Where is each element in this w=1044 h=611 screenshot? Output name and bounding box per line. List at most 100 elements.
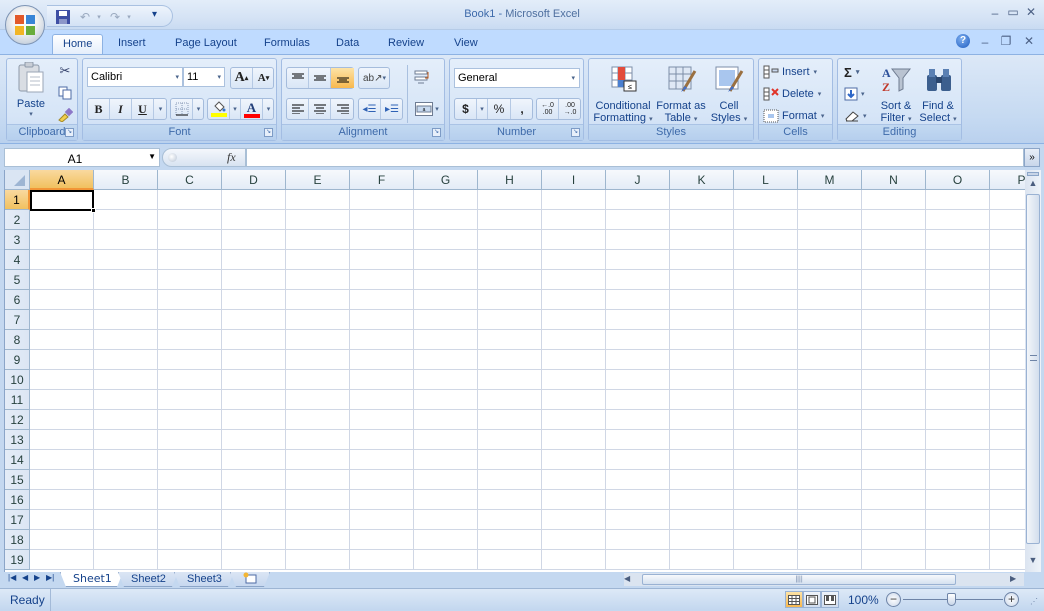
cell-f12[interactable] [350, 410, 414, 430]
cell-f1[interactable] [350, 190, 414, 210]
workbook-restore-button[interactable]: ❐ [998, 34, 1014, 48]
font-color-button[interactable]: A [241, 99, 263, 119]
cell-n8[interactable] [862, 330, 926, 350]
cell-b14[interactable] [94, 450, 158, 470]
zoom-slider-thumb[interactable] [947, 593, 956, 606]
cell-d9[interactable] [222, 350, 286, 370]
cell-d18[interactable] [222, 530, 286, 550]
sheet-tab-sheet3[interactable]: Sheet3 [174, 572, 234, 587]
help-icon[interactable]: ? [956, 34, 970, 48]
column-header-e[interactable]: E [286, 170, 350, 190]
cell-h4[interactable] [478, 250, 542, 270]
scroll-down-button[interactable]: ▼ [1025, 555, 1041, 569]
tab-page-layout[interactable]: Page Layout [165, 34, 247, 55]
insert-function-icon[interactable]: fx [227, 150, 236, 165]
paste-button[interactable]: Paste ▾ [11, 61, 51, 119]
cell-styles-button[interactable]: Cell Styles ▾ [707, 61, 751, 124]
cell-d19[interactable] [222, 550, 286, 570]
save-icon[interactable] [55, 9, 71, 25]
cell-f19[interactable] [350, 550, 414, 570]
cell-h18[interactable] [478, 530, 542, 550]
cell-f15[interactable] [350, 470, 414, 490]
cell-f4[interactable] [350, 250, 414, 270]
clear-button[interactable]: ▾ [844, 107, 867, 125]
cell-p18[interactable] [990, 530, 1025, 550]
cell-f3[interactable] [350, 230, 414, 250]
normal-view-button[interactable] [785, 591, 803, 608]
cell-f16[interactable] [350, 490, 414, 510]
active-cell[interactable] [30, 190, 94, 211]
cell-c5[interactable] [158, 270, 222, 290]
cell-d11[interactable] [222, 390, 286, 410]
cell-o10[interactable] [926, 370, 990, 390]
decrease-indent-button[interactable]: ◂☰ [359, 99, 381, 119]
cell-o17[interactable] [926, 510, 990, 530]
cell-m6[interactable] [798, 290, 862, 310]
cell-m12[interactable] [798, 410, 862, 430]
cell-c2[interactable] [158, 210, 222, 230]
cell-a6[interactable] [30, 290, 94, 310]
name-box-dropdown-icon[interactable]: ▼ [148, 152, 156, 161]
cell-a9[interactable] [30, 350, 94, 370]
cell-h13[interactable] [478, 430, 542, 450]
cell-m5[interactable] [798, 270, 862, 290]
cell-i7[interactable] [542, 310, 606, 330]
cell-g5[interactable] [414, 270, 478, 290]
cell-h1[interactable] [478, 190, 542, 210]
cell-d13[interactable] [222, 430, 286, 450]
cell-n19[interactable] [862, 550, 926, 570]
cell-i19[interactable] [542, 550, 606, 570]
row-header-4[interactable]: 4 [5, 250, 30, 270]
cell-l16[interactable] [734, 490, 798, 510]
increase-decimal-button[interactable]: ←.0.00 [537, 99, 559, 119]
format-painter-icon[interactable] [57, 107, 73, 123]
sort-filter-button[interactable]: A Z Sort & Filter ▾ [876, 61, 916, 124]
cell-l7[interactable] [734, 310, 798, 330]
cell-g15[interactable] [414, 470, 478, 490]
cell-k19[interactable] [670, 550, 734, 570]
row-header-14[interactable]: 14 [5, 450, 30, 470]
tab-view[interactable]: View [444, 34, 488, 55]
formula-bar-grip-icon[interactable] [168, 153, 177, 162]
align-center-button[interactable] [309, 99, 331, 119]
cell-g16[interactable] [414, 490, 478, 510]
cell-d6[interactable] [222, 290, 286, 310]
cell-n16[interactable] [862, 490, 926, 510]
cell-i3[interactable] [542, 230, 606, 250]
cell-m17[interactable] [798, 510, 862, 530]
next-sheet-icon[interactable]: ▶ [34, 573, 40, 582]
align-bottom-button[interactable] [331, 68, 354, 88]
cell-a8[interactable] [30, 330, 94, 350]
cell-d17[interactable] [222, 510, 286, 530]
row-header-2[interactable]: 2 [5, 210, 30, 230]
redo-dropdown-icon[interactable]: ▾ [121, 9, 137, 25]
cell-i5[interactable] [542, 270, 606, 290]
cell-e1[interactable] [286, 190, 350, 210]
cell-e8[interactable] [286, 330, 350, 350]
cell-l8[interactable] [734, 330, 798, 350]
shrink-font-button[interactable]: A ▾ [253, 68, 274, 88]
cell-d1[interactable] [222, 190, 286, 210]
column-header-f[interactable]: F [350, 170, 414, 190]
horizontal-scrollbar[interactable]: ◀ |||| ▶ [624, 573, 1024, 586]
cell-o16[interactable] [926, 490, 990, 510]
cell-f9[interactable] [350, 350, 414, 370]
cell-i10[interactable] [542, 370, 606, 390]
cell-j8[interactable] [606, 330, 670, 350]
font-color-dropdown[interactable]: ▾ [263, 99, 274, 119]
scroll-up-button[interactable]: ▲ [1025, 178, 1041, 192]
cell-o2[interactable] [926, 210, 990, 230]
cut-icon[interactable]: ✂ [57, 63, 73, 79]
cell-n10[interactable] [862, 370, 926, 390]
fill-handle[interactable] [91, 208, 96, 213]
cell-c11[interactable] [158, 390, 222, 410]
row-header-9[interactable]: 9 [5, 350, 30, 370]
cell-g7[interactable] [414, 310, 478, 330]
cell-m18[interactable] [798, 530, 862, 550]
prev-sheet-icon[interactable]: ◀ [22, 573, 28, 582]
cell-j14[interactable] [606, 450, 670, 470]
increase-indent-button[interactable]: ▸☰ [381, 99, 403, 119]
cell-j16[interactable] [606, 490, 670, 510]
row-header-19[interactable]: 19 [5, 550, 30, 570]
cell-i18[interactable] [542, 530, 606, 550]
